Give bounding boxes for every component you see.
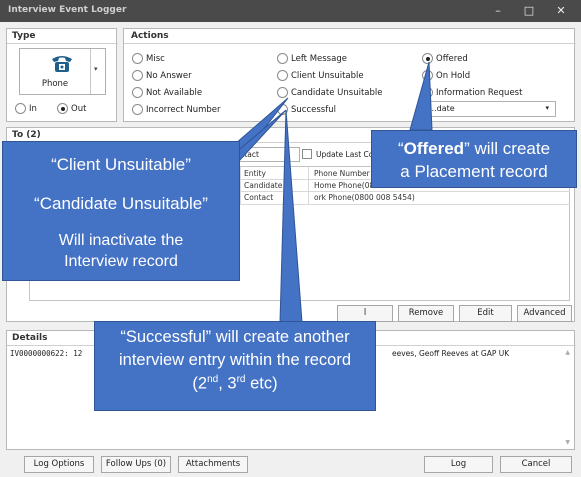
bottom-callout-paren: (2: [192, 374, 208, 393]
bottom-callout-line3: (2nd, 3rd etc): [95, 374, 375, 394]
right-callout-line2: a Placement record: [400, 162, 548, 181]
bottom-callout-pointer: [279, 109, 303, 323]
left-callout-line4: Interview record: [64, 253, 178, 270]
bottom-callout-line2: interview entry within the record: [118, 351, 351, 369]
right-callout-pointer: [409, 61, 433, 131]
bottom-callout: “Successful” will create another intervi…: [94, 321, 376, 411]
left-callout-line1: “Client Unsuitable”: [51, 155, 191, 174]
bottom-callout-line1: “Successful” will create another: [120, 328, 350, 346]
bottom-callout-end: etc): [245, 374, 278, 393]
right-callout: “Offered” will create a Placement record: [371, 130, 577, 188]
right-callout-bold: Offered: [403, 139, 465, 158]
bottom-callout-sup1: nd: [207, 374, 219, 385]
left-callout-line3: Will inactivate the: [58, 232, 184, 249]
right-callout-line1: “Offered” will create: [372, 139, 576, 159]
bottom-callout-mid: , 3: [218, 374, 237, 393]
right-callout-rest: ” will create: [464, 139, 551, 158]
left-callout: “Client Unsuitable” “Candidate Unsuitabl…: [2, 141, 240, 281]
left-callout-line2: “Candidate Unsuitable”: [34, 194, 208, 213]
